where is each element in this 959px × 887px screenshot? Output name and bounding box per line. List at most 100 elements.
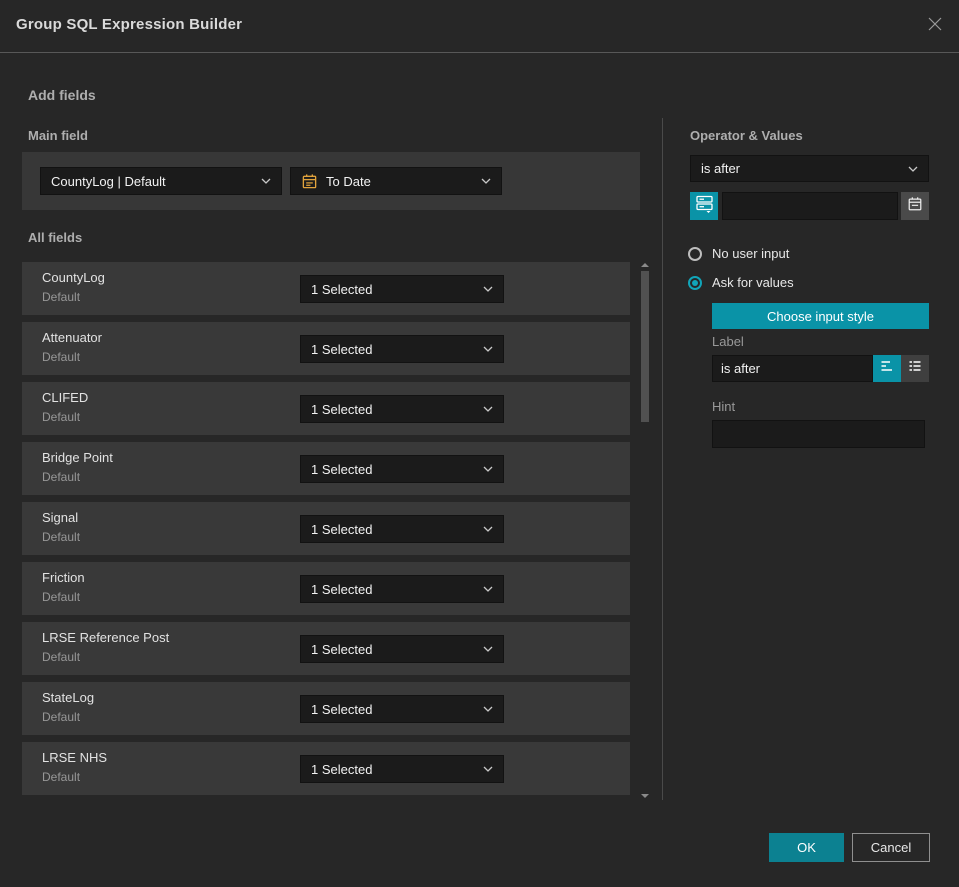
add-fields-heading: Add fields [28,87,96,103]
operator-values-heading: Operator & Values [690,128,803,143]
field-name: CLIFED [42,390,89,405]
group-sql-expression-builder-dialog: Group SQL Expression Builder Add fields … [0,0,959,887]
label-caption: Label [712,334,744,349]
chevron-down-icon [483,346,493,352]
panel-divider [662,118,663,800]
list-input-style-button[interactable] [901,355,929,382]
field-name: StateLog [42,690,95,705]
chevron-down-icon [483,706,493,712]
label-input[interactable] [712,355,873,382]
main-field-date-select[interactable]: To Date [290,167,502,195]
value-calendar-button[interactable] [901,192,929,220]
chevron-down-icon [483,646,493,652]
values-picker-button[interactable] [690,192,718,220]
radio-selected-icon [688,275,702,290]
main-field-date-select-value: To Date [326,173,371,189]
operator-select-value: is after [701,161,741,176]
calendar-icon [907,196,923,217]
field-row[interactable]: Bridge Point Default 1 Selected [22,442,630,495]
field-selected-value: 1 Selected [311,581,373,597]
field-row[interactable]: Friction Default 1 Selected [22,562,630,615]
field-subtitle: Default [42,590,81,604]
field-subtitle: Default [42,530,81,544]
radio-unselected-icon [688,246,702,261]
field-name: Signal [42,510,79,525]
field-selected-dropdown[interactable]: 1 Selected [300,335,504,363]
field-row[interactable]: StateLog Default 1 Selected [22,682,630,735]
field-row[interactable]: CountyLog Default 1 Selected [22,262,630,315]
titlebar-divider [0,52,959,53]
chevron-down-icon [483,286,493,292]
scrollbar-down-arrow[interactable] [641,794,649,798]
field-subtitle: Default [42,290,81,304]
choose-input-style-button[interactable]: Choose input style [712,303,929,329]
single-input-style-button[interactable] [873,355,901,382]
all-fields-heading: All fields [28,230,83,245]
radio-ask-for-values[interactable]: Ask for values [688,275,794,290]
calendar-icon [301,173,318,190]
main-field-panel: CountyLog | Default To Date [22,152,640,210]
scrollbar-up-arrow[interactable] [641,263,649,267]
field-selected-dropdown[interactable]: 1 Selected [300,575,504,603]
cancel-button[interactable]: Cancel [852,833,930,862]
radio-ask-for-values-label: Ask for values [712,275,794,290]
field-selected-value: 1 Selected [311,701,373,717]
field-name: LRSE Reference Post [42,630,170,645]
field-selected-value: 1 Selected [311,461,373,477]
single-input-style-icon [879,358,895,379]
field-subtitle: Default [42,650,81,664]
field-selected-dropdown[interactable]: 1 Selected [300,755,504,783]
chevron-down-icon [483,586,493,592]
chevron-down-icon [481,178,491,184]
main-field-select[interactable]: CountyLog | Default [40,167,282,195]
field-selected-value: 1 Selected [311,521,373,537]
chevron-down-icon [483,526,493,532]
scrollbar-thumb[interactable] [641,271,649,422]
chevron-down-icon [483,766,493,772]
field-subtitle: Default [42,350,81,364]
field-row[interactable]: LRSE NHS Default 1 Selected [22,742,630,795]
radio-no-user-input[interactable]: No user input [688,246,789,261]
chevron-down-icon [483,466,493,472]
field-name: CountyLog [42,270,105,285]
field-name: LRSE NHS [42,750,108,765]
dialog-title: Group SQL Expression Builder [16,16,243,33]
main-field-heading: Main field [28,128,88,143]
field-subtitle: Default [42,710,81,724]
values-list-icon [695,194,714,218]
close-icon [927,16,943,37]
ok-button[interactable]: OK [769,833,844,862]
main-field-select-value: CountyLog | Default [51,173,166,189]
radio-no-user-input-label: No user input [712,246,790,261]
field-selected-dropdown[interactable]: 1 Selected [300,395,504,423]
field-name: Friction [42,570,85,585]
chevron-down-icon [483,406,493,412]
field-row[interactable]: CLIFED Default 1 Selected [22,382,630,435]
field-selected-value: 1 Selected [311,641,373,657]
field-subtitle: Default [42,470,81,484]
field-selected-value: 1 Selected [311,401,373,417]
field-selected-value: 1 Selected [311,761,373,777]
field-selected-dropdown[interactable]: 1 Selected [300,635,504,663]
field-row[interactable]: LRSE Reference Post Default 1 Selected [22,622,630,675]
hint-caption: Hint [712,399,736,414]
field-selected-dropdown[interactable]: 1 Selected [300,275,504,303]
field-subtitle: Default [42,770,81,784]
title-bar: Group SQL Expression Builder [0,0,959,52]
field-selected-dropdown[interactable]: 1 Selected [300,515,504,543]
operator-select[interactable]: is after [690,155,929,182]
value-input[interactable] [722,192,898,220]
field-selected-value: 1 Selected [311,281,373,297]
list-input-style-icon [907,358,923,379]
field-subtitle: Default [42,410,81,424]
hint-input[interactable] [712,420,925,448]
field-row[interactable]: Attenuator Default 1 Selected [22,322,630,375]
field-selected-dropdown[interactable]: 1 Selected [300,455,504,483]
chevron-down-icon [261,178,271,184]
field-row[interactable]: Signal Default 1 Selected [22,502,630,555]
field-selected-dropdown[interactable]: 1 Selected [300,695,504,723]
field-name: Bridge Point [42,450,113,465]
field-selected-value: 1 Selected [311,341,373,357]
field-name: Attenuator [42,330,102,345]
close-button[interactable] [921,12,949,40]
